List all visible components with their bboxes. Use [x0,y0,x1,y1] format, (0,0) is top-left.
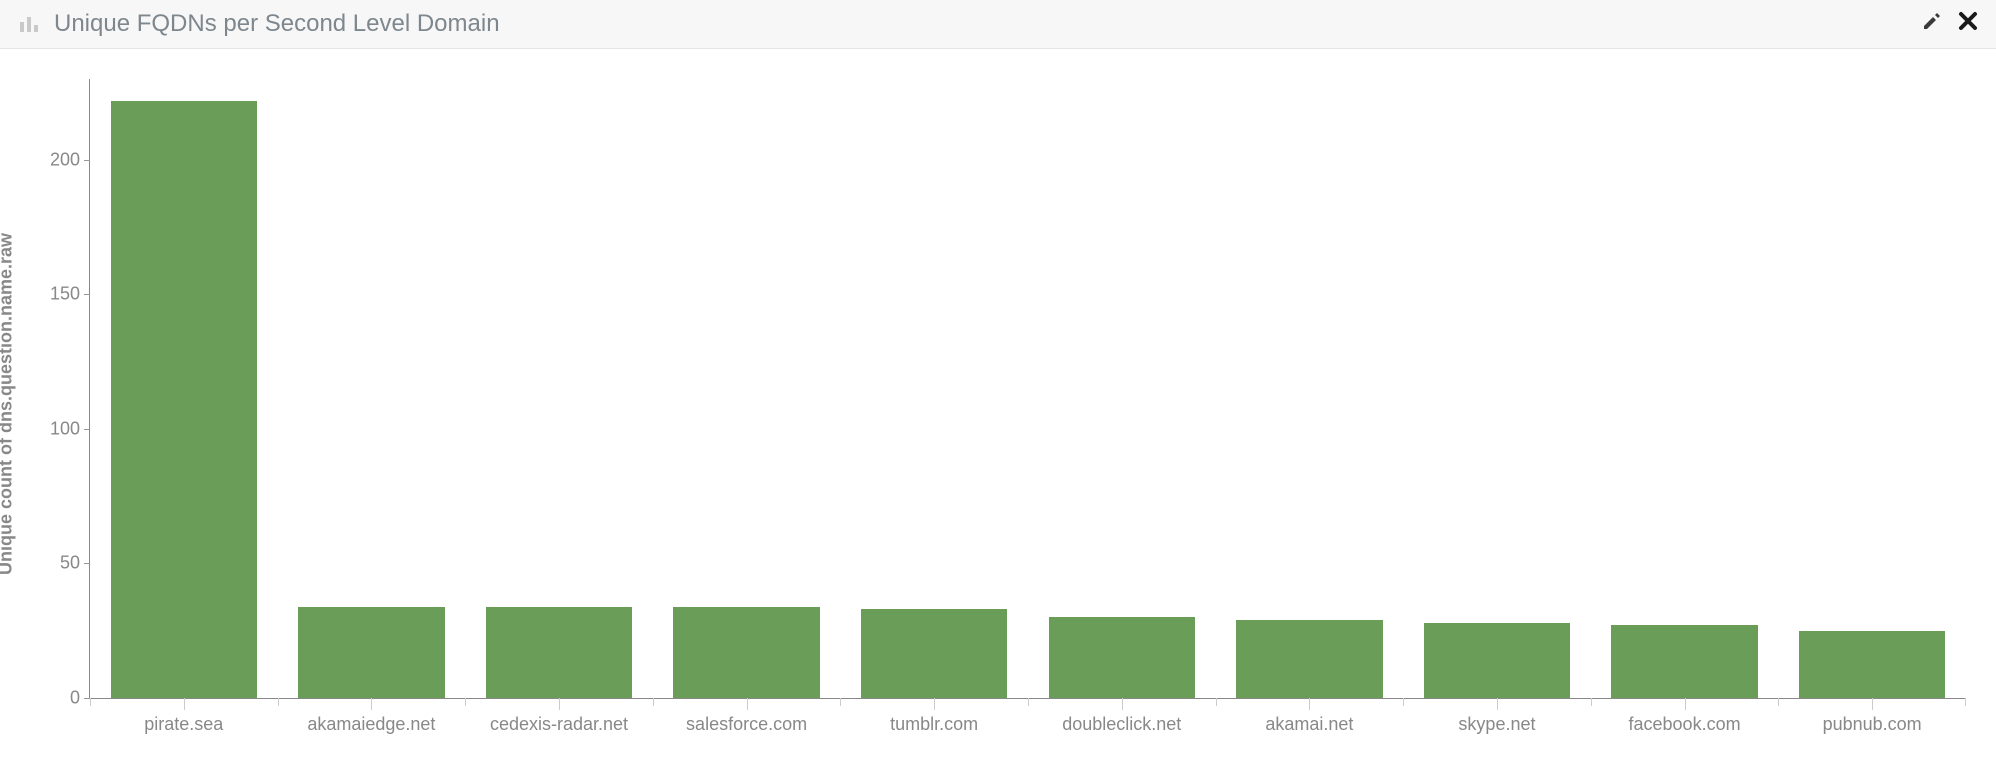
bars-container: pirate.seaakamaiedge.netcedexis-radar.ne… [90,79,1966,698]
close-icon[interactable] [1958,11,1978,37]
y-tick-mark [84,294,90,295]
y-tick-mark [84,429,90,430]
bar[interactable] [1799,631,1945,698]
bar[interactable] [1424,623,1570,698]
panel-header: Unique FQDNs per Second Level Domain [0,0,1996,49]
y-tick-mark [84,698,90,699]
bar[interactable] [673,607,819,699]
bar-slot: skype.net [1403,79,1591,698]
bar[interactable] [111,101,257,698]
bar[interactable] [1049,617,1195,698]
plot-region: pirate.seaakamaiedge.netcedexis-radar.ne… [90,79,1966,698]
bar-slot: facebook.com [1591,79,1779,698]
y-tick-mark [84,563,90,564]
bar[interactable] [1611,625,1757,698]
y-axis-label: Unique count of dns.question.name.raw [0,232,17,574]
bar-slot: cedexis-radar.net [465,79,653,698]
panel-title: Unique FQDNs per Second Level Domain [54,10,1922,38]
bar-chart-icon [18,14,42,34]
y-tick-mark [84,160,90,161]
bar[interactable] [298,607,444,699]
visualization-panel: Unique FQDNs per Second Level Domain Uni… [0,0,1996,758]
bar-slot: tumblr.com [840,79,1028,698]
chart-area: Unique count of dns.question.name.raw pi… [0,49,1996,758]
pencil-icon[interactable] [1922,11,1942,37]
bar[interactable] [1236,620,1382,698]
panel-actions [1922,11,1978,37]
bar-slot: salesforce.com [653,79,841,698]
bar-slot: akamaiedge.net [278,79,466,698]
bar-slot: doubleclick.net [1028,79,1216,698]
bar[interactable] [861,609,1007,698]
bar-slot: pubnub.com [1778,79,1966,698]
bar-slot: akamai.net [1216,79,1404,698]
bar-slot: pirate.sea [90,79,278,698]
bar[interactable] [486,607,632,699]
